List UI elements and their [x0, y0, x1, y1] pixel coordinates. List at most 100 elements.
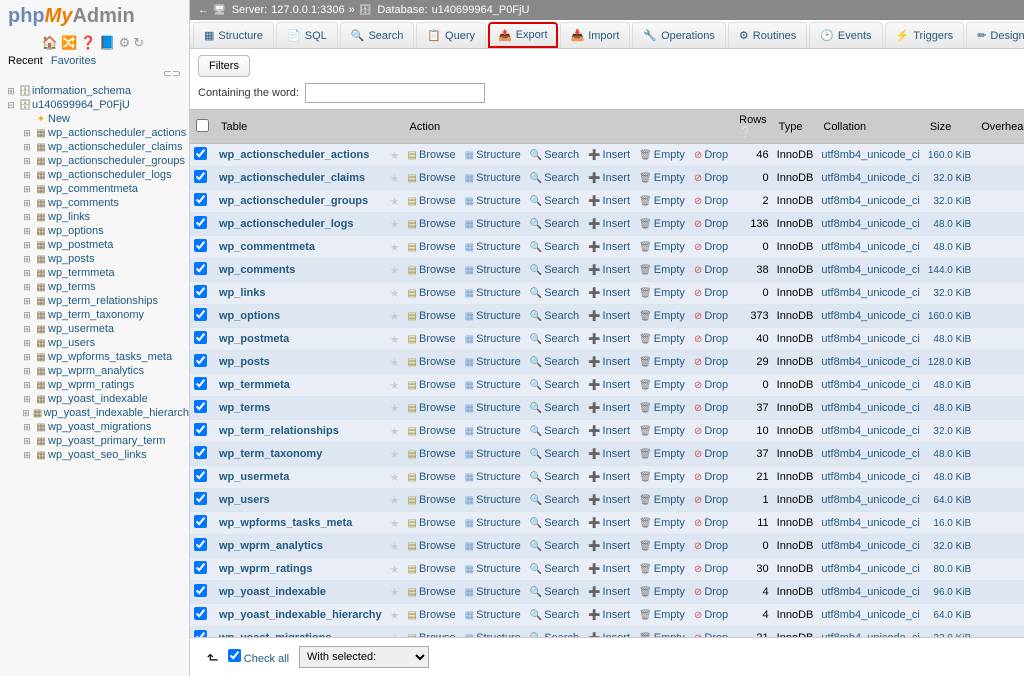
action-drop[interactable]: ⊘Drop	[694, 563, 728, 575]
action-insert[interactable]: ➕Insert	[588, 609, 630, 621]
action-insert[interactable]: ➕Insert	[588, 241, 630, 253]
tab-events[interactable]: 🕑Events	[809, 22, 882, 48]
star-icon[interactable]: ★	[390, 150, 400, 162]
action-search[interactable]: 🔍Search	[530, 287, 579, 299]
action-structure[interactable]: ▦Structure	[465, 195, 521, 207]
action-empty[interactable]: 🗑Empty	[639, 264, 685, 276]
action-browse[interactable]: ▤Browse	[408, 609, 456, 621]
action-search[interactable]: 🔍Search	[530, 586, 579, 598]
action-browse[interactable]: ▤Browse	[408, 218, 456, 230]
row-checkbox[interactable]	[194, 147, 207, 160]
row-checkbox[interactable]	[194, 377, 207, 390]
star-icon[interactable]: ★	[390, 518, 400, 530]
action-browse[interactable]: ▤Browse	[408, 448, 456, 460]
check-all-header[interactable]	[196, 119, 209, 132]
row-checkbox[interactable]	[194, 584, 207, 597]
action-insert[interactable]: ➕Insert	[588, 195, 630, 207]
action-insert[interactable]: ➕Insert	[588, 264, 630, 276]
row-checkbox[interactable]	[194, 446, 207, 459]
action-empty[interactable]: 🗑Empty	[639, 287, 685, 299]
star-icon[interactable]: ★	[390, 541, 400, 553]
row-checkbox[interactable]	[194, 239, 207, 252]
action-search[interactable]: 🔍Search	[530, 264, 579, 276]
tree-table[interactable]: ⊞▦wp_term_relationships	[20, 294, 189, 308]
action-drop[interactable]: ⊘Drop	[694, 494, 728, 506]
table-name[interactable]: wp_yoast_indexable_hierarchy	[219, 609, 382, 621]
table-name[interactable]: wp_usermeta	[219, 471, 289, 483]
tab-sql[interactable]: 📄SQL	[276, 22, 338, 48]
col-collation[interactable]: Collation	[817, 110, 923, 144]
check-all[interactable]: Check all	[228, 649, 289, 665]
tab-recent[interactable]: Recent	[8, 55, 43, 67]
toolbar-icons[interactable]: 🏠🔀❓📘⚙↻	[0, 33, 189, 53]
action-empty[interactable]: 🗑Empty	[639, 195, 685, 207]
action-drop[interactable]: ⊘Drop	[694, 310, 728, 322]
action-drop[interactable]: ⊘Drop	[694, 241, 728, 253]
action-browse[interactable]: ▤Browse	[408, 241, 456, 253]
nav-back-icon[interactable]: ←	[198, 4, 209, 16]
row-checkbox[interactable]	[194, 400, 207, 413]
row-checkbox[interactable]	[194, 285, 207, 298]
row-checkbox[interactable]	[194, 515, 207, 528]
action-empty[interactable]: 🗑Empty	[639, 333, 685, 345]
action-search[interactable]: 🔍Search	[530, 402, 579, 414]
tree-table[interactable]: ⊞▦wp_comments	[20, 196, 189, 210]
action-browse[interactable]: ▤Browse	[408, 494, 456, 506]
row-checkbox[interactable]	[194, 561, 207, 574]
table-name[interactable]: wp_actionscheduler_actions	[219, 149, 369, 161]
action-insert[interactable]: ➕Insert	[588, 218, 630, 230]
col-overhead[interactable]: Overhead	[975, 110, 1024, 144]
action-structure[interactable]: ▦Structure	[465, 333, 521, 345]
star-icon[interactable]: ★	[390, 426, 400, 438]
action-insert[interactable]: ➕Insert	[588, 402, 630, 414]
row-checkbox[interactable]	[194, 331, 207, 344]
check-all-box[interactable]	[228, 649, 241, 662]
tab-search[interactable]: 🔍Search	[340, 22, 415, 48]
tree-table[interactable]: ⊞▦wp_actionscheduler_actions	[20, 126, 189, 140]
action-empty[interactable]: 🗑Empty	[639, 586, 685, 598]
action-structure[interactable]: ▦Structure	[465, 310, 521, 322]
tree-table[interactable]: ⊞▦wp_wprm_analytics	[20, 364, 189, 378]
action-drop[interactable]: ⊘Drop	[694, 149, 728, 161]
star-icon[interactable]: ★	[390, 311, 400, 323]
action-structure[interactable]: ▦Structure	[465, 517, 521, 529]
row-checkbox[interactable]	[194, 423, 207, 436]
help-icon[interactable]: ❔	[739, 127, 753, 139]
row-checkbox[interactable]	[194, 193, 207, 206]
action-search[interactable]: 🔍Search	[530, 241, 579, 253]
action-search[interactable]: 🔍Search	[530, 379, 579, 391]
action-browse[interactable]: ▤Browse	[408, 586, 456, 598]
logo[interactable]: phpMyAdmin	[0, 0, 189, 33]
action-empty[interactable]: 🗑Empty	[639, 448, 685, 460]
row-checkbox[interactable]	[194, 170, 207, 183]
with-selected[interactable]: With selected:	[299, 646, 429, 668]
action-drop[interactable]: ⊘Drop	[694, 517, 728, 529]
tree-table[interactable]: ⊞▦wp_yoast_primary_term	[20, 434, 189, 448]
action-empty[interactable]: 🗑Empty	[639, 379, 685, 391]
action-structure[interactable]: ▦Structure	[465, 471, 521, 483]
action-insert[interactable]: ➕Insert	[588, 379, 630, 391]
action-insert[interactable]: ➕Insert	[588, 356, 630, 368]
action-structure[interactable]: ▦Structure	[465, 563, 521, 575]
tree-table[interactable]: ⊞▦wp_termmeta	[20, 266, 189, 280]
filter-input[interactable]	[305, 83, 485, 103]
tree-table[interactable]: ⊞▦wp_yoast_seo_links	[20, 448, 189, 462]
action-search[interactable]: 🔍Search	[530, 494, 579, 506]
action-drop[interactable]: ⊘Drop	[694, 586, 728, 598]
table-name[interactable]: wp_posts	[219, 356, 270, 368]
table-name[interactable]: wp_comments	[219, 264, 295, 276]
col-type[interactable]: Type	[773, 110, 818, 144]
bc-server[interactable]: 127.0.0.1:3306	[271, 4, 344, 16]
tab-query[interactable]: 📋Query	[416, 22, 486, 48]
action-structure[interactable]: ▦Structure	[465, 586, 521, 598]
star-icon[interactable]: ★	[390, 403, 400, 415]
tab-export[interactable]: 📤Export	[488, 22, 558, 48]
action-empty[interactable]: 🗑Empty	[639, 471, 685, 483]
tree-table[interactable]: ⊞▦wp_yoast_indexable_hierarch	[20, 406, 189, 420]
star-icon[interactable]: ★	[390, 495, 400, 507]
star-icon[interactable]: ★	[390, 472, 400, 484]
tree-table[interactable]: ⊞▦wp_term_taxonomy	[20, 308, 189, 322]
action-search[interactable]: 🔍Search	[530, 425, 579, 437]
action-browse[interactable]: ▤Browse	[408, 195, 456, 207]
action-structure[interactable]: ▦Structure	[465, 402, 521, 414]
